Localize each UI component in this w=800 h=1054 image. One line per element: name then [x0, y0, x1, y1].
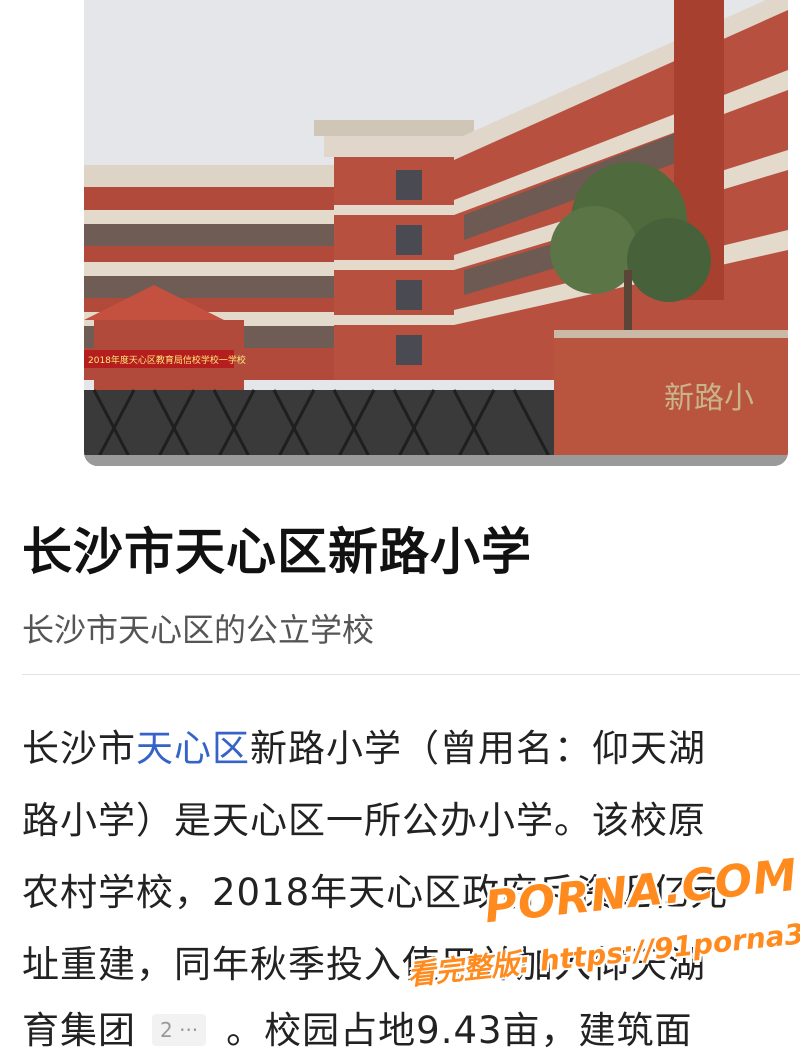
school-photo[interactable]: 2018年度天心区教育局信校学校一学校 新路小 — [84, 0, 788, 466]
body-line-4: 址重建，同年秋季投入使用并加入仰天湖 — [22, 943, 706, 986]
school-building-illustration: 2018年度天心区教育局信校学校一学校 新路小 — [84, 0, 788, 466]
body-line-1: 长沙市天心区新路小学（曾用名：仰天湖 — [22, 718, 706, 772]
banner-text: 2018年度天心区教育局信校学校一学校 — [88, 354, 246, 366]
page-title: 长沙市天心区新路小学 — [22, 523, 532, 581]
body-text: 新路小学（曾用名：仰天湖 — [250, 727, 706, 770]
citation-badge[interactable]: 2 ··· — [152, 1013, 207, 1046]
body-line-2: 路小学）是天心区一所公办小学。该校原 — [22, 799, 706, 842]
tianxin-district-link[interactable]: 天心区 — [136, 727, 250, 770]
body-text: 。校园占地9.43亩，建筑面 — [226, 1009, 693, 1052]
page-subtitle: 长沙市天心区的公立学校 — [22, 611, 375, 649]
body-text: 长沙市 — [22, 727, 136, 770]
gate-sign: 新路小 — [664, 381, 754, 416]
body-line-3: 农村学校，2018年天心区政府斥资近亿元 — [22, 871, 729, 914]
body-line-5: 育集团 2 ··· 。校园占地9.43亩，建筑面 — [22, 1000, 693, 1054]
body-text: 育集团 — [22, 1009, 136, 1052]
divider — [22, 674, 800, 675]
